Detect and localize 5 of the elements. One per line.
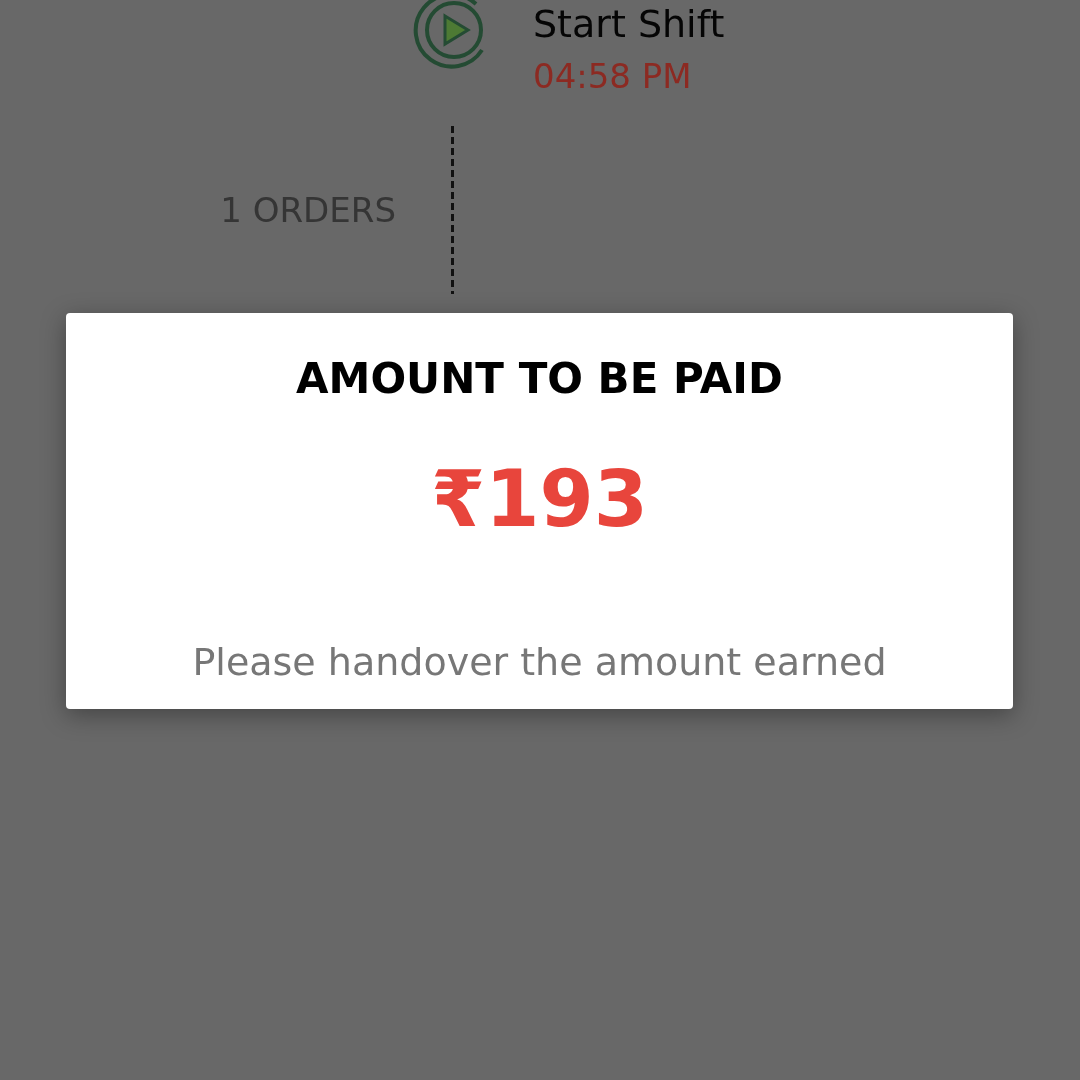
dialog-message: Please handover the amount earned [192, 639, 887, 686]
dialog-title: AMOUNT TO BE PAID [296, 353, 783, 405]
start-shift-label: Start Shift [533, 2, 726, 46]
start-time: 04:58 PM [533, 55, 693, 98]
amount: ₹193 [430, 460, 649, 538]
